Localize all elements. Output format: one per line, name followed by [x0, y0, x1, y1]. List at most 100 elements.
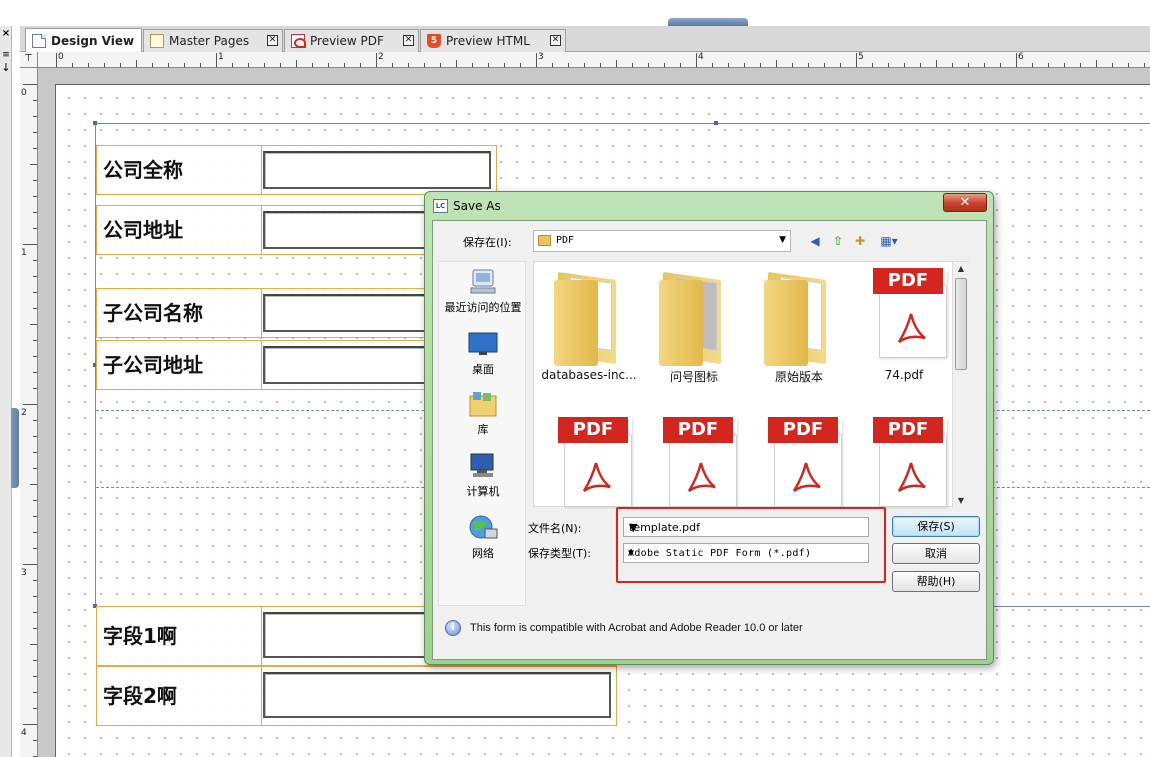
ruler-tick: [936, 60, 937, 67]
file-name: databases-inc...: [541, 368, 637, 382]
file-item-folder[interactable]: 原始版本: [749, 268, 849, 385]
file-item-pdf[interactable]: PDF: [644, 417, 744, 517]
ruler-tick: [888, 63, 889, 67]
ruler-tick: [440, 63, 441, 67]
ruler-number: 1: [218, 52, 224, 62]
file-item-pdf[interactable]: PDF 74.pdf: [854, 268, 954, 382]
master-page-icon: [150, 34, 164, 48]
ruler-tick: [680, 63, 681, 67]
ruler-tick: [744, 63, 745, 67]
ruler-corner[interactable]: ⊤: [20, 52, 38, 68]
ruler-tick: [120, 63, 121, 67]
panel-arrow-icon[interactable]: ↓: [0, 62, 12, 74]
place-libraries[interactable]: 库: [439, 390, 527, 437]
file-item-pdf[interactable]: PDF: [854, 417, 954, 517]
place-network[interactable]: 网络: [439, 514, 527, 561]
file-name: 74.pdf: [884, 368, 924, 382]
ruler-tick: [33, 148, 37, 149]
ruler-tick: [33, 692, 37, 693]
pdf-tag: PDF: [873, 417, 943, 443]
ruler-tick: [808, 63, 809, 67]
scroll-up-icon[interactable]: ▲: [953, 262, 969, 276]
panel-menu-icon[interactable]: ≡: [0, 50, 12, 60]
ruler-number: 4: [698, 52, 704, 62]
ruler-tick: [968, 63, 969, 67]
ruler-tick: [33, 228, 37, 229]
help-button[interactable]: 帮助(H): [892, 571, 980, 592]
field-caption: 字段1啊: [103, 624, 177, 648]
text-field-company-name[interactable]: 公司全称: [96, 145, 497, 195]
ruler-tick: [184, 63, 185, 67]
place-computer[interactable]: 计算机: [439, 452, 527, 499]
ruler-tick: [152, 63, 153, 67]
ruler-tick: [33, 212, 37, 213]
ruler-tick: [33, 260, 37, 261]
libraries-icon: [467, 390, 499, 418]
ruler-tick: [23, 724, 37, 725]
horizontal-ruler[interactable]: 0 1 2 3 4 5 6: [38, 52, 1150, 68]
tab-master-pages[interactable]: Master Pages ✕: [143, 29, 283, 52]
file-item-folder[interactable]: databases-inc...: [539, 268, 639, 382]
file-name: 问号图标: [669, 370, 718, 384]
dialog-title: Save As: [453, 199, 501, 213]
text-field-field2[interactable]: 字段2啊: [96, 666, 617, 726]
ruler-tick: [23, 244, 37, 245]
ruler-tick: [504, 63, 505, 67]
tab-design-view[interactable]: Design View: [25, 28, 142, 53]
scroll-thumb[interactable]: [955, 278, 967, 370]
folder-icon: [649, 268, 739, 368]
new-folder-icon[interactable]: ✚: [852, 233, 868, 249]
ruler-number: 3: [538, 52, 544, 62]
up-folder-icon[interactable]: ⇧: [830, 233, 846, 249]
ruler-tick: [632, 63, 633, 67]
save-in-value: PDF: [556, 235, 575, 246]
place-label: 最近访问的位置: [444, 301, 522, 314]
scroll-down-icon[interactable]: ▼: [953, 494, 969, 508]
collapse-panel-handle[interactable]: [668, 18, 748, 26]
file-list-scrollbar[interactable]: ▲ ▼: [952, 262, 969, 508]
field-input-box[interactable]: [263, 151, 491, 189]
document-tab-bar: Design View Master Pages ✕ Preview PDF ✕…: [20, 26, 1150, 53]
selection-handle[interactable]: [714, 121, 718, 125]
close-icon[interactable]: ✕: [943, 193, 987, 212]
vertical-ruler[interactable]: 0 1 2 3 4: [20, 68, 38, 757]
place-desktop[interactable]: 桌面: [439, 330, 527, 377]
panel-close-icon[interactable]: ×: [0, 28, 12, 40]
ruler-tick: [232, 63, 233, 67]
save-in-dropdown[interactable]: PDF ▼: [533, 230, 791, 252]
ruler-number: 6: [1018, 52, 1024, 62]
cancel-button[interactable]: 取消: [892, 543, 980, 564]
field-caption: 公司全称: [103, 158, 183, 182]
pdf-tag: PDF: [873, 268, 943, 294]
ruler-tick: [296, 60, 297, 67]
left-side-panel: × ≡ ↓: [0, 26, 12, 757]
file-item-pdf[interactable]: PDF: [749, 417, 849, 517]
save-button[interactable]: 保存(S): [892, 516, 980, 537]
tab-preview-pdf[interactable]: Preview PDF ✕: [284, 29, 419, 52]
field-input-box[interactable]: [263, 672, 611, 718]
file-item-pdf[interactable]: PDF: [539, 417, 639, 517]
place-recent[interactable]: 最近访问的位置: [439, 268, 527, 315]
ruler-number: 2: [378, 52, 384, 62]
tab-close-icon[interactable]: ✕: [267, 35, 278, 46]
ruler-tick: [56, 53, 57, 67]
ruler-tick: [33, 660, 37, 661]
dialog-title-bar[interactable]: LC Save As ✕: [425, 192, 993, 220]
tab-preview-html[interactable]: 5 Preview HTML ✕: [420, 29, 566, 52]
file-name-label: 文件名(N):: [528, 522, 582, 535]
ruler-number: 1: [21, 248, 27, 258]
back-icon[interactable]: ◀: [807, 233, 823, 249]
tab-close-icon[interactable]: ✕: [403, 35, 414, 46]
file-item-folder[interactable]: 问号图标: [644, 268, 744, 385]
tab-close-icon[interactable]: ✕: [550, 35, 561, 46]
ruler-tick: [33, 436, 37, 437]
side-panel-grip[interactable]: [11, 408, 19, 488]
field-caption: 公司地址: [103, 218, 183, 242]
view-menu-icon[interactable]: ▦▾: [875, 233, 903, 249]
ruler-tick: [872, 63, 873, 67]
ruler-tick: [23, 564, 37, 565]
highlight-annotation-box: [616, 507, 886, 583]
selection-handle[interactable]: [93, 121, 97, 125]
ruler-tick: [33, 740, 37, 741]
file-list-view[interactable]: databases-inc... 问号图标 原始版本 PDF 74.pdf PD…: [533, 261, 969, 508]
